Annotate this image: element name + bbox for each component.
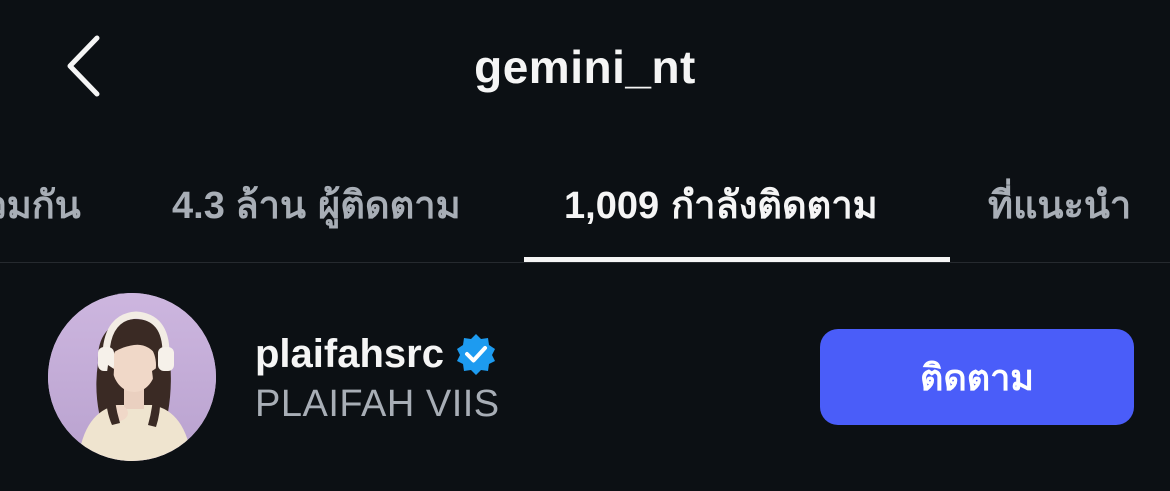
avatar[interactable] [48, 293, 216, 461]
tab-label: ที่แนะนำ [988, 185, 1132, 227]
tab-label: กำลังติดตาม [671, 185, 878, 227]
tab-followers[interactable]: 4.3 ล้าน ผู้ติดตาม [172, 174, 461, 227]
follow-button[interactable]: ติดตาม [820, 329, 1134, 425]
tab-bar: ร่วมกัน 4.3 ล้าน ผู้ติดตาม 1,009 กำลังติดต… [0, 130, 1170, 263]
follow-button-label: ติดตาม [919, 356, 1035, 398]
tab-mutual[interactable]: ร่วมกัน [0, 174, 81, 227]
tab-count: 4.3 ล้าน [172, 185, 306, 227]
full-name: PLAIFAH VIIS [255, 383, 500, 425]
tab-count: 1,009 [564, 185, 660, 227]
tab-following[interactable]: 1,009 กำลังติดตาม [564, 174, 878, 227]
username-line: plaifahsrc [255, 329, 498, 379]
list-item[interactable]: plaifahsrc PLAIFAH VIIS ติดตาม [0, 263, 1170, 491]
page-title: gemini_nt [474, 41, 696, 93]
verified-badge-icon [454, 332, 498, 376]
header: gemini_nt [0, 0, 1170, 130]
tab-label: ร่วมกัน [0, 185, 81, 227]
tab-label: ผู้ติดตาม [317, 185, 461, 227]
username[interactable]: plaifahsrc [255, 332, 444, 377]
tab-suggested[interactable]: ที่แนะนำ [988, 174, 1132, 227]
